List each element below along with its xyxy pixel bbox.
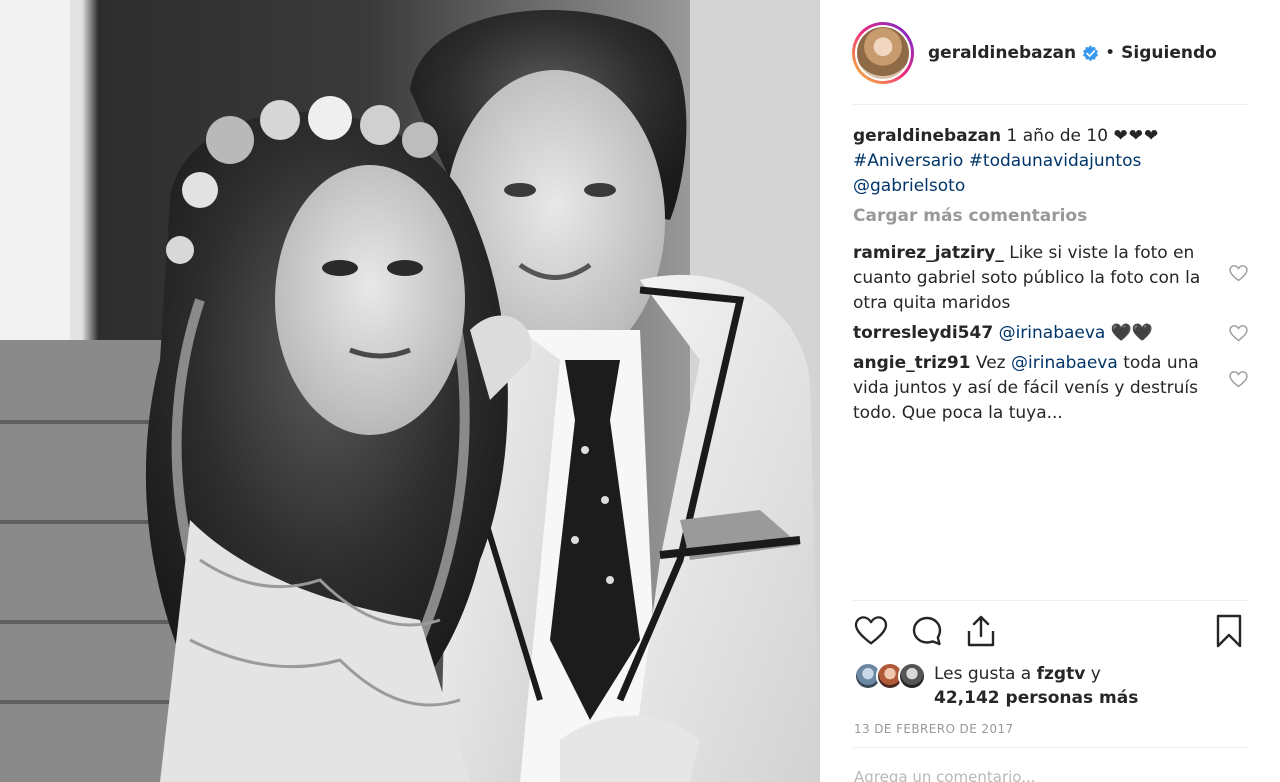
- separator-dot: •: [1105, 43, 1116, 63]
- comment-item: torresleydi547 @irinabaeva 🖤🖤: [853, 321, 1248, 346]
- hashtag-todaunavidajuntos[interactable]: #todaunavidajuntos: [969, 151, 1142, 171]
- follow-status-button[interactable]: Siguiendo: [1121, 43, 1217, 63]
- likes-summary: Les gusta a fzgtv y 42,142 personas más: [854, 662, 1248, 712]
- caption: geraldinebazan 1 año de 10 ❤❤❤ #Aniversa…: [853, 124, 1248, 199]
- caption-username[interactable]: geraldinebazan: [853, 126, 1001, 146]
- avatar-story-ring[interactable]: [852, 22, 914, 84]
- comment-mention[interactable]: @irinabaeva: [1011, 353, 1118, 373]
- comment-mention[interactable]: @irinabaeva: [999, 323, 1106, 343]
- verified-badge-icon: [1083, 44, 1099, 61]
- heart-icon: [854, 616, 888, 645]
- liker-avatars[interactable]: [854, 662, 929, 690]
- caption-text: 1 año de 10: [1006, 126, 1109, 146]
- comment-username[interactable]: angie_triz91: [853, 353, 971, 373]
- bookmark-icon: [1216, 614, 1242, 648]
- liked-by-user[interactable]: fzgtv: [1037, 664, 1086, 684]
- like-button[interactable]: [852, 612, 890, 650]
- hashtag-aniversario[interactable]: #Aniversario: [853, 151, 963, 171]
- liked-by-suffix: y: [1090, 664, 1101, 684]
- footer-divider: [852, 747, 1248, 748]
- comment-like-heart-icon[interactable]: [1229, 371, 1248, 388]
- share-button[interactable]: [962, 612, 1000, 650]
- post-header: geraldinebazan • Siguiendo: [852, 17, 1248, 89]
- likes-count[interactable]: 42,142 personas más: [934, 686, 1138, 710]
- share-upload-icon: [967, 615, 995, 647]
- avatar: [857, 27, 909, 79]
- caption-hearts: ❤❤❤: [1113, 126, 1160, 146]
- comment-bubble-icon: [912, 616, 942, 646]
- save-button[interactable]: [1210, 612, 1248, 650]
- add-comment-input[interactable]: Agrega un comentario...: [854, 768, 1036, 782]
- comment-item: angie_triz91 Vez @irinabaeva toda una vi…: [853, 351, 1248, 426]
- avatar-frame: [855, 25, 911, 81]
- post-timestamp[interactable]: 13 DE FEBRERO DE 2017: [854, 722, 1014, 736]
- comments-section: geraldinebazan 1 año de 10 ❤❤❤ #Aniversa…: [853, 124, 1248, 431]
- header-divider: [852, 104, 1248, 105]
- comment-like-heart-icon[interactable]: [1229, 265, 1248, 282]
- load-more-comments-button[interactable]: Cargar más comentarios: [853, 204, 1248, 229]
- comment-button[interactable]: [908, 612, 946, 650]
- liked-by-text: Les gusta a fzgtv y: [934, 662, 1101, 686]
- actions-divider: [852, 600, 1248, 601]
- comment-username[interactable]: torresleydi547: [853, 323, 993, 343]
- comment-hearts: 🖤🖤: [1110, 323, 1154, 343]
- comment-username[interactable]: ramirez_jatziry_: [853, 243, 1004, 263]
- comment-item: ramirez_jatziry_ Like si viste la foto e…: [853, 241, 1248, 316]
- post-action-bar: [852, 612, 1248, 652]
- comment-like-heart-icon[interactable]: [1229, 325, 1248, 342]
- post-photo[interactable]: [0, 0, 820, 782]
- avatar: [898, 662, 926, 690]
- mention-gabrielsoto[interactable]: @gabrielsoto: [853, 176, 965, 196]
- liked-by-prefix: Les gusta a: [934, 664, 1032, 684]
- post-author-username[interactable]: geraldinebazan: [928, 43, 1076, 63]
- post-details-panel: geraldinebazan • Siguiendo geraldinebaza…: [820, 0, 1280, 782]
- comment-prefix: Vez: [975, 353, 1006, 373]
- wedding-photo: [0, 0, 820, 782]
